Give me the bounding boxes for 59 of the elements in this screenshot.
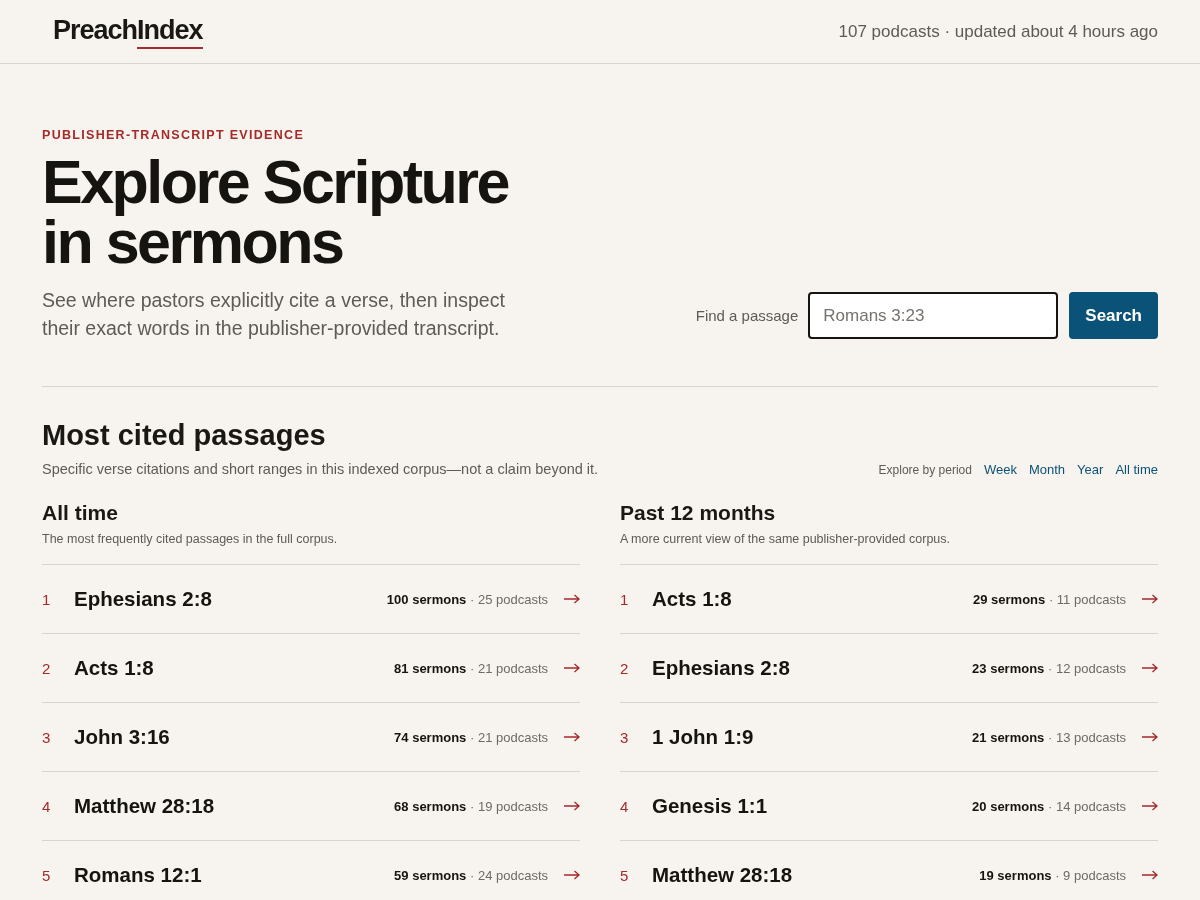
- rank-number: 5: [620, 866, 630, 884]
- passage-link[interactable]: Acts 1:8: [74, 656, 154, 680]
- passage-link[interactable]: Matthew 28:18: [652, 863, 793, 887]
- search-label: Find a passage: [695, 307, 799, 324]
- period-link[interactable]: Month: [1028, 462, 1066, 477]
- rank-number: 2: [620, 659, 630, 677]
- rank-number: 1: [620, 590, 630, 608]
- citation-stats: 19 sermons · 9 podcasts: [979, 867, 1126, 883]
- site-logo[interactable]: PreachIndex: [53, 14, 203, 49]
- page-intro: See where pastors explicitly cite a verse, then inspect their exact words in the publisher-provided transcript.: [42, 288, 506, 341]
- period-link[interactable]: All time: [1115, 462, 1158, 477]
- passage-link[interactable]: John 3:16: [74, 725, 170, 749]
- passage-link[interactable]: Ephesians 2:8: [652, 656, 790, 680]
- arrow-right-icon[interactable]: [564, 801, 580, 811]
- arrow-right-icon[interactable]: [564, 870, 580, 880]
- search-button[interactable]: Search: [1069, 292, 1158, 339]
- citation-stats: 59 sermons · 24 podcasts: [394, 867, 548, 883]
- section-heading: Most cited passages: [42, 419, 327, 452]
- passage-link[interactable]: 1 John 1:9: [652, 725, 754, 749]
- period-label: Explore by period: [878, 463, 972, 477]
- page-heading: Explore Scripture in sermons: [42, 152, 510, 272]
- section-note: Specific verse citations and short ranges in this indexed corpus—not a claim beyond it.: [42, 461, 599, 477]
- passage-link[interactable]: Genesis 1:1: [652, 794, 768, 818]
- arrow-right-icon[interactable]: [1142, 732, 1158, 742]
- period-link[interactable]: Year: [1077, 462, 1104, 477]
- period-link[interactable]: Week: [983, 462, 1017, 477]
- arrow-right-icon[interactable]: [564, 663, 580, 673]
- eyebrow-label: PUBLISHER-TRANSCRIPT EVIDENCE: [42, 128, 306, 142]
- list-heading: Past 12 months: [620, 501, 777, 525]
- rank-number: 3: [42, 728, 52, 746]
- citation-stats: 23 sermons · 12 podcasts: [972, 660, 1126, 676]
- citation-stats: 68 sermons · 19 podcasts: [394, 798, 548, 814]
- rank-number: 1: [42, 590, 52, 608]
- rank-number: 5: [42, 866, 52, 884]
- citation-stats: 21 sermons · 13 podcasts: [972, 729, 1126, 745]
- update-status: 107 podcasts · updated about 4 hours ago: [838, 21, 1158, 42]
- arrow-right-icon[interactable]: [1142, 594, 1158, 604]
- arrow-right-icon[interactable]: [564, 732, 580, 742]
- passage-search-field[interactable]: Romans 3:23: [808, 292, 1059, 339]
- arrow-right-icon[interactable]: [564, 594, 580, 604]
- list-description: The most frequently cited passages in the full corpus.: [42, 532, 339, 546]
- list-description: A more current view of the same publisher-provided corpus.: [620, 532, 952, 546]
- list-heading: All time: [42, 501, 119, 525]
- citation-stats: 20 sermons · 14 podcasts: [972, 798, 1126, 814]
- citation-stats: 81 sermons · 21 podcasts: [394, 660, 548, 676]
- rank-number: 3: [620, 728, 630, 746]
- arrow-right-icon[interactable]: [1142, 801, 1158, 811]
- rank-number: 4: [620, 797, 630, 815]
- arrow-right-icon[interactable]: [1142, 870, 1158, 880]
- citation-stats: 29 sermons · 11 podcasts: [973, 591, 1126, 607]
- citation-stats: 74 sermons · 21 podcasts: [394, 729, 548, 745]
- arrow-right-icon[interactable]: [1142, 663, 1158, 673]
- rank-number: 2: [42, 659, 52, 677]
- passage-link[interactable]: Acts 1:8: [652, 587, 732, 611]
- citation-stats: 100 sermons · 25 podcasts: [386, 591, 548, 607]
- passage-link[interactable]: Romans 12:1: [74, 863, 202, 887]
- rank-number: 4: [42, 797, 52, 815]
- passage-link[interactable]: Matthew 28:18: [74, 794, 215, 818]
- passage-link[interactable]: Ephesians 2:8: [74, 587, 212, 611]
